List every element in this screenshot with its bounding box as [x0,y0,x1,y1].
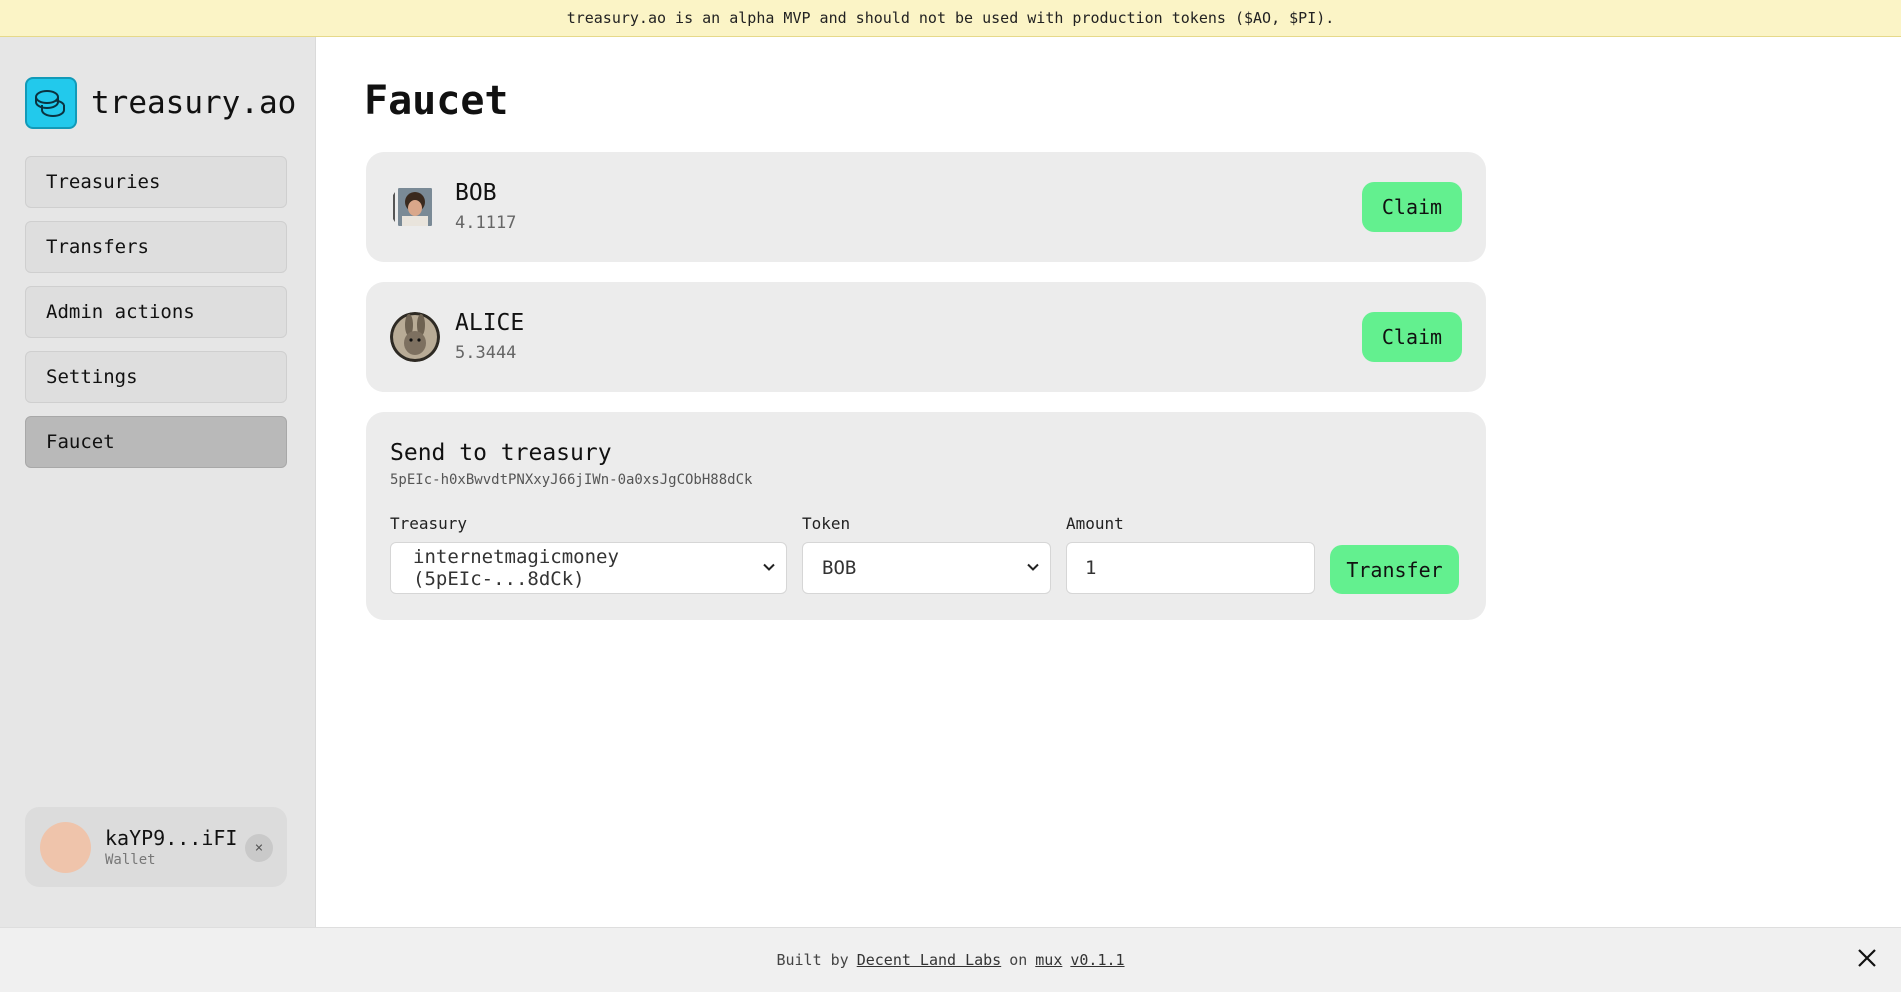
wallet-address: kaYP9...iFI [105,826,238,850]
send-to-treasury-card: Send to treasury 5pEIc-h0xBwvdtPNXxyJ66j… [366,412,1486,620]
sidebar: treasury.ao Treasuries Transfers Admin a… [0,37,316,927]
token-label: Token [802,514,851,533]
bob-token-avatar [390,182,440,232]
treasury-address: 5pEIc-h0xBwvdtPNXxyJ66jIWn-0a0xsJgCObH88… [390,472,753,488]
token-balance: 4.1117 [455,213,517,233]
sidebar-item-label: Settings [46,366,138,388]
treasury-label: Treasury [390,514,468,533]
treasury-select[interactable]: internetmagicmoney (5pEIc-...8dCk) [390,542,787,594]
x-logo-icon [1858,949,1876,967]
claim-bob-button[interactable]: Claim [1362,182,1462,232]
token-balance: 5.3444 [455,343,517,363]
sidebar-nav: Treasuries Transfers Admin actions Setti… [25,156,287,481]
alice-token-avatar [390,312,440,362]
sidebar-item-label: Transfers [46,236,149,258]
chevron-down-icon [763,563,775,571]
decent-land-labs-link[interactable]: Decent Land Labs [857,951,1002,969]
chevron-down-icon [1027,563,1039,571]
page-title: Faucet [364,78,509,124]
sidebar-item-faucet[interactable]: Faucet [25,416,287,468]
token-name: ALICE [455,310,525,336]
token-select[interactable]: BOB [802,542,1051,594]
footer-built-by: Built by [776,951,849,969]
sidebar-item-treasuries[interactable]: Treasuries [25,156,287,208]
wallet-label: Wallet [105,852,156,868]
amount-input[interactable]: 1 [1066,542,1315,594]
claim-alice-button[interactable]: Claim [1362,312,1462,362]
sidebar-item-admin-actions[interactable]: Admin actions [25,286,287,338]
transfer-button[interactable]: Transfer [1330,545,1459,594]
mux-link[interactable]: mux [1035,951,1062,969]
disconnect-wallet-button[interactable]: × [245,834,273,862]
token-select-value: BOB [822,557,857,579]
app-logo[interactable]: treasury.ao [25,77,296,129]
wallet-info: kaYP9...iFI Wallet [105,826,237,868]
version-link[interactable]: v0.1.1 [1070,951,1124,969]
footer-on: on [1009,951,1028,969]
sidebar-item-label: Faucet [46,431,115,453]
banner-text: treasury.ao is an alpha MVP and should n… [566,9,1335,27]
close-icon: × [254,840,264,856]
amount-label: Amount [1066,514,1124,533]
send-title: Send to treasury [390,440,612,466]
sidebar-item-label: Admin actions [46,301,195,323]
wallet-avatar [40,821,91,873]
amount-input-value: 1 [1085,557,1097,579]
token-name: BOB [455,180,497,206]
token-card-alice: ALICE 5.3444 Claim [366,282,1486,392]
app-name: treasury.ao [91,85,297,121]
footer: Built by Decent Land Labs on mux v0.1.1 [0,927,1901,992]
sidebar-item-transfers[interactable]: Transfers [25,221,287,273]
alpha-warning-banner: treasury.ao is an alpha MVP and should n… [0,0,1901,37]
token-card-bob: BOB 4.1117 Claim [366,152,1486,262]
sidebar-item-label: Treasuries [46,171,161,193]
sidebar-item-settings[interactable]: Settings [25,351,287,403]
wallet-card[interactable]: kaYP9...iFI Wallet × [25,807,287,887]
coins-icon [25,77,77,129]
treasury-select-value: internetmagicmoney (5pEIc-...8dCk) [413,546,619,590]
x-social-link[interactable] [1857,948,1877,972]
